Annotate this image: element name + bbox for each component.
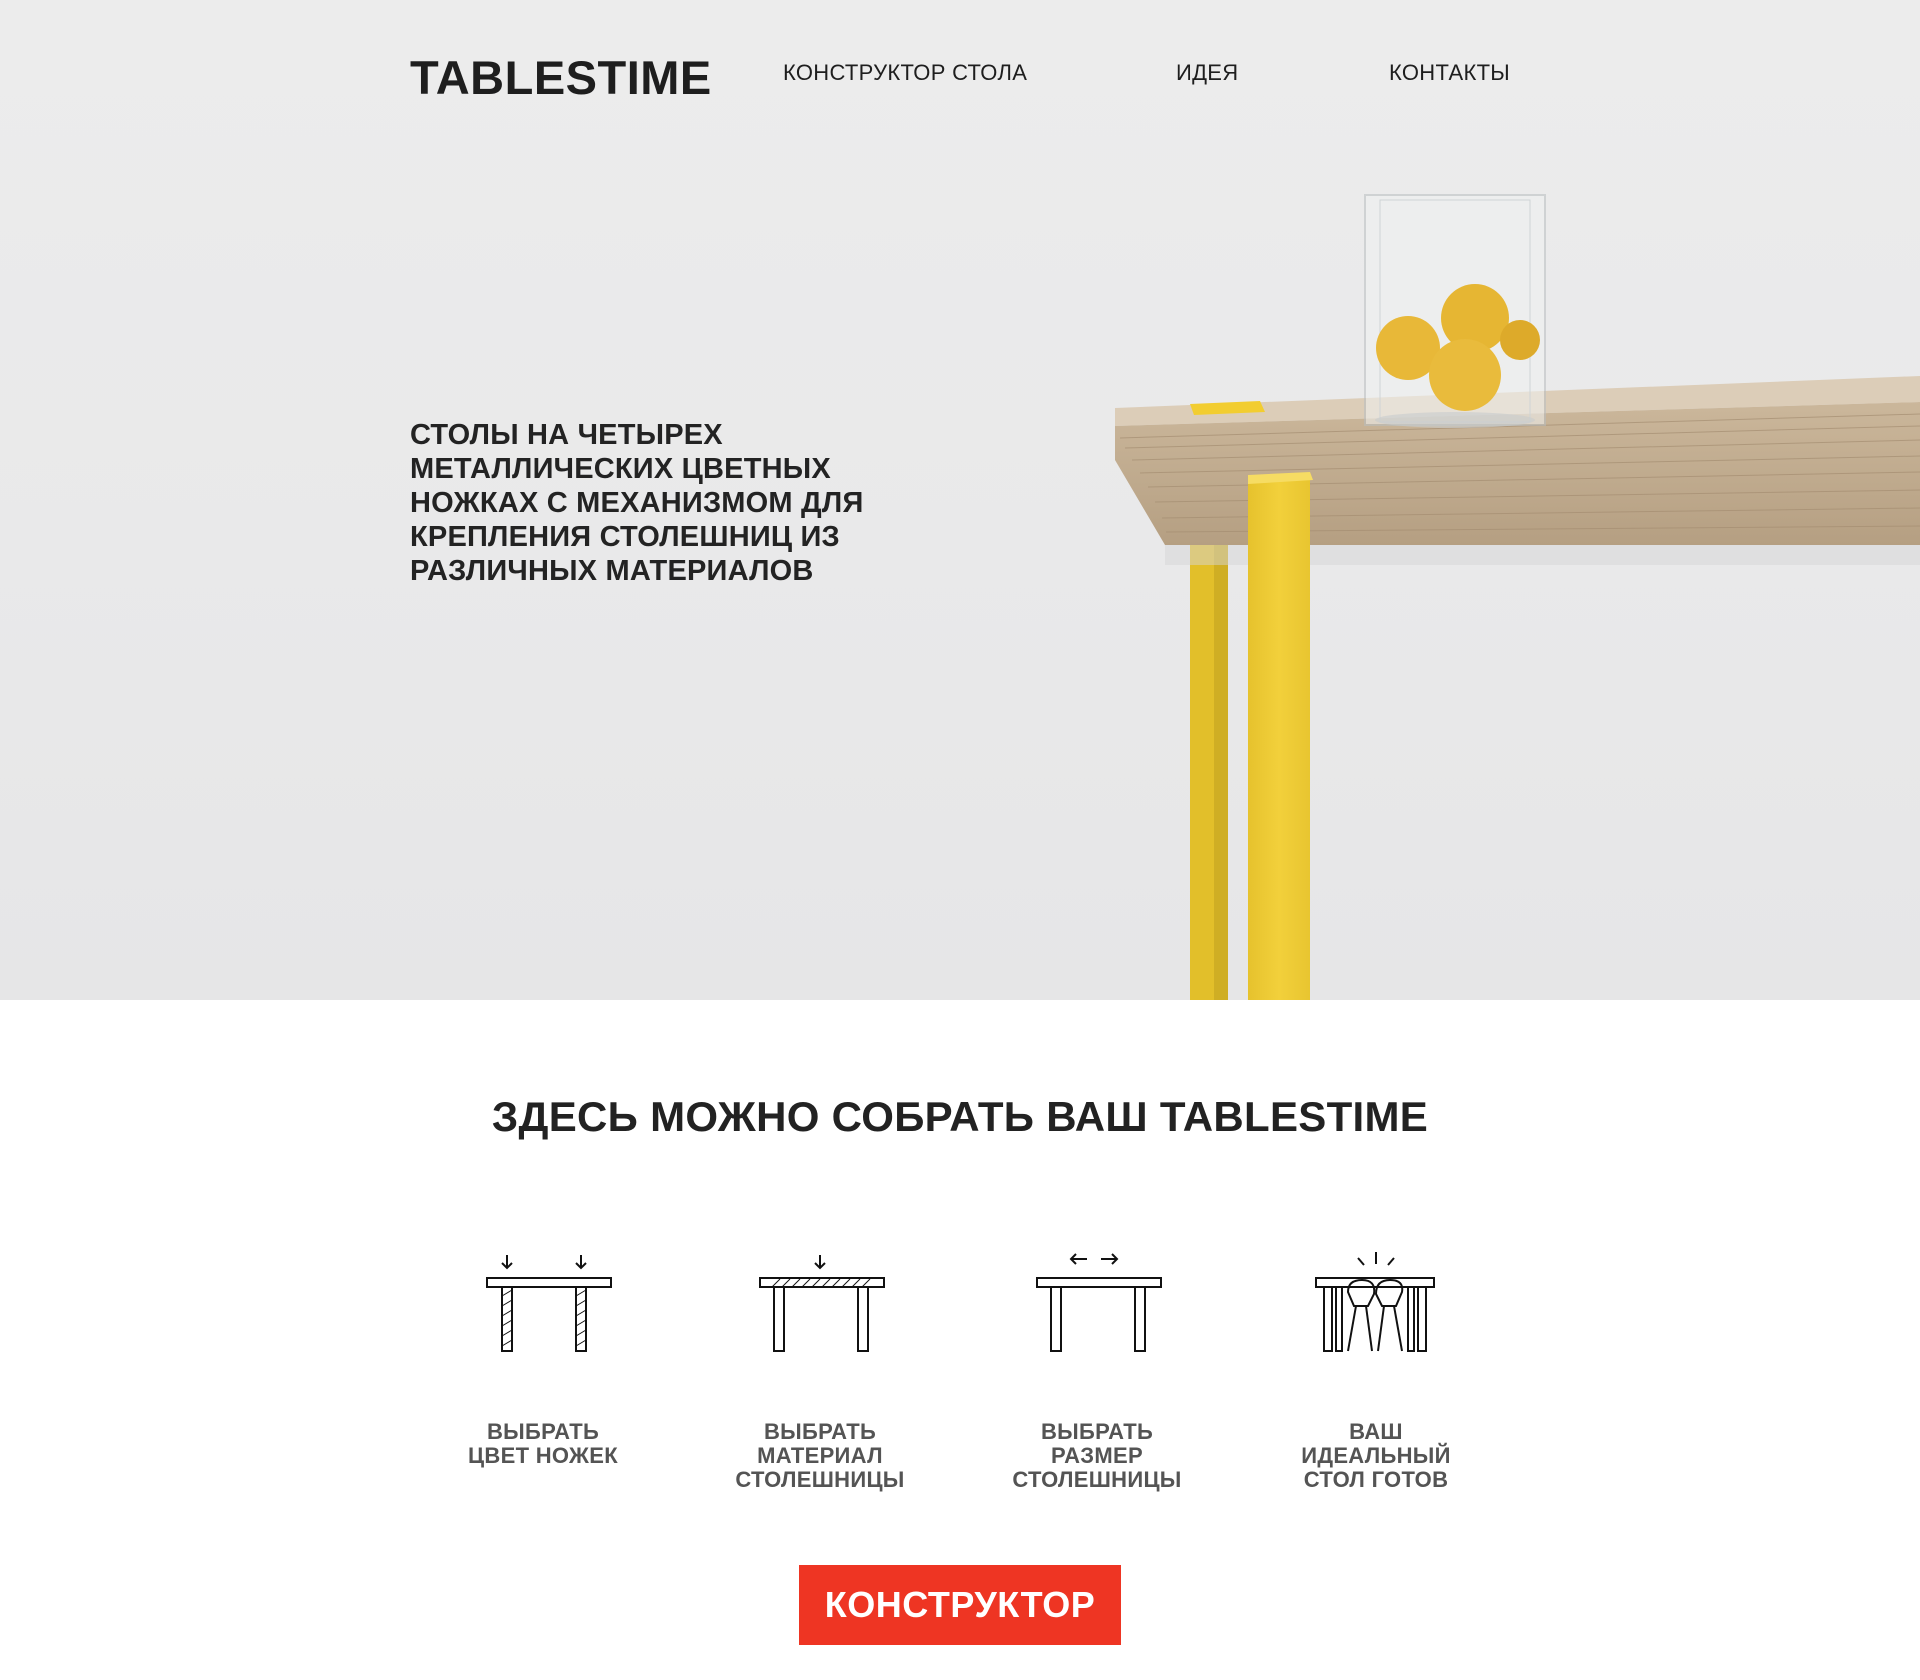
step-ready: ВАШ ИДЕАЛЬНЫЙ СТОЛ ГОТОВ — [1256, 1250, 1496, 1492]
step-label-line: СТОЛЕШНИЦЫ — [735, 1467, 905, 1492]
step-label-line: СТОЛЕШНИЦЫ — [1012, 1467, 1182, 1492]
constructor-button[interactable]: КОНСТРУКТОР — [799, 1565, 1121, 1645]
tabletop-material-icon — [759, 1255, 885, 1352]
step-label-line: ИДЕАЛЬНЫЙ — [1301, 1443, 1451, 1468]
tagline-line: СТОЛЫ НА ЧЕТЫРЕХ — [410, 419, 723, 451]
step-label-line: РАЗМЕР — [1051, 1443, 1143, 1468]
hero-section: TABLESTIME КОНСТРУКТОР СТОЛА ИДЕЯ КОНТАК… — [0, 0, 1920, 1000]
tabletop-size-icon — [1036, 1253, 1162, 1352]
tagline-line: КРЕПЛЕНИЯ СТОЛЕШНИЦ ИЗ — [410, 521, 840, 553]
table-legs-color-icon — [486, 1255, 612, 1352]
step-label-line: МАТЕРИАЛ — [757, 1443, 883, 1468]
tagline-line: НОЖКАХ С МЕХАНИЗМОМ ДЛЯ — [410, 487, 864, 519]
nav-link-contacts[interactable]: КОНТАКТЫ — [1389, 60, 1510, 86]
step-label-line: ВЫБРАТЬ — [763, 1419, 877, 1444]
nav-link-constructor[interactable]: КОНСТРУКТОР СТОЛА — [783, 60, 1027, 86]
step-label-line: ВЫБРАТЬ — [1040, 1419, 1154, 1444]
tagline-line: РАЗЛИЧНЫХ МАТЕРИАЛОВ — [410, 555, 814, 587]
step-label-line: ВАШ — [1349, 1419, 1403, 1444]
logo[interactable]: TABLESTIME — [410, 50, 712, 105]
step-label-line: ВЫБРАТЬ — [486, 1419, 600, 1444]
step-material: ВЫБРАТЬ МАТЕРИАЛ СТОЛЕШНИЦЫ — [700, 1250, 940, 1492]
tagline-line: МЕТАЛЛИЧЕСКИХ ЦВЕТНЫХ — [410, 453, 831, 485]
table-ready-icon — [1315, 1252, 1435, 1352]
step-label: ВЫБРАТЬ РАЗМЕР СТОЛЕШНИЦЫ — [977, 1420, 1217, 1492]
step-label-line: СТОЛ ГОТОВ — [1303, 1467, 1449, 1492]
step-label: ВЫБРАТЬ МАТЕРИАЛ СТОЛЕШНИЦЫ — [700, 1420, 940, 1492]
step-label-line: ЦВЕТ НОЖЕК — [468, 1443, 618, 1468]
section-title: ЗДЕСЬ МОЖНО СОБРАТЬ ВАШ TABLESTIME — [491, 1093, 1429, 1140]
step-label: ВАШ ИДЕАЛЬНЫЙ СТОЛ ГОТОВ — [1256, 1420, 1496, 1492]
hero-table-photo — [1115, 194, 1920, 1000]
step-label: ВЫБРАТЬ ЦВЕТ НОЖЕК — [423, 1420, 663, 1468]
nav-link-idea[interactable]: ИДЕЯ — [1176, 60, 1238, 86]
step-leg-color: ВЫБРАТЬ ЦВЕТ НОЖЕК — [423, 1250, 663, 1468]
hero-tagline: СТОЛЫ НА ЧЕТЫРЕХ МЕТАЛЛИЧЕСКИХ ЦВЕТНЫХ Н… — [410, 418, 930, 588]
step-size: ВЫБРАТЬ РАЗМЕР СТОЛЕШНИЦЫ — [977, 1250, 1217, 1492]
